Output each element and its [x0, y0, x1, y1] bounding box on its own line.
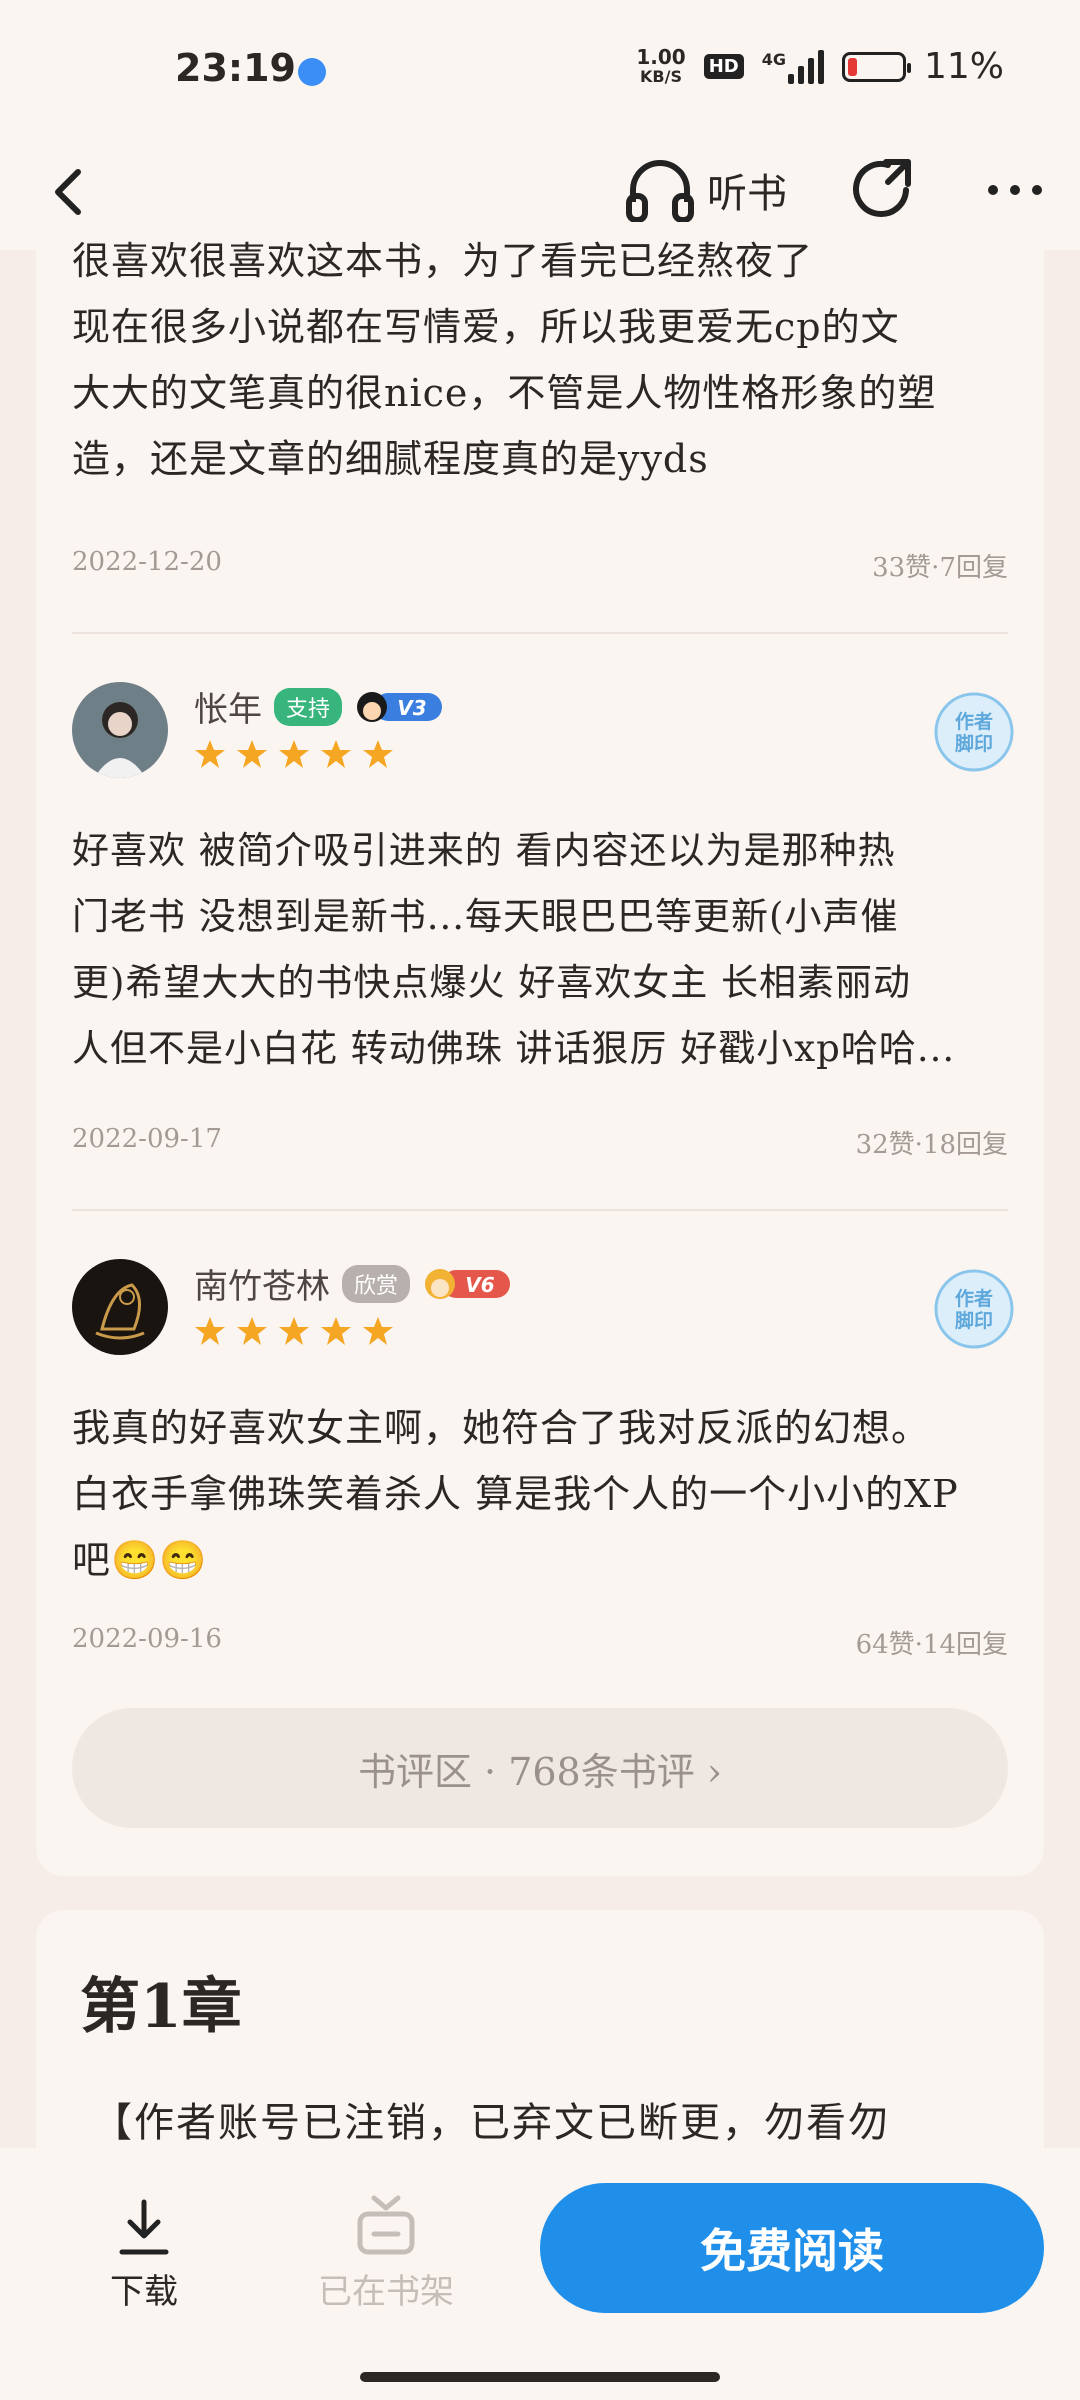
review-meta: 2022-09-17 32赞·18回复 [72, 1124, 1008, 1161]
star-icon [363, 740, 393, 768]
share-icon[interactable] [848, 154, 918, 224]
status-indicators: 1.00 KB/S HD 4G 11% [636, 46, 1004, 87]
chapter-title: 第1章 [80, 1972, 242, 2042]
author-footprint-stamp: 作者 脚印 [934, 1269, 1014, 1349]
user-line: 南竹苍林 欣赏 V6 [194, 1259, 512, 1308]
bookshelf-label: 已在书架 [318, 2272, 454, 2312]
rating-stars [194, 738, 394, 770]
battery-percent: 11% [923, 46, 1004, 87]
star-icon [195, 740, 225, 768]
svg-text:作者: 作者 [955, 1287, 993, 1310]
review-text: 很喜欢很喜欢这本书，为了看完已经熬夜了 现在很多小说都在写情爱，所以我更爱无cp… [72, 239, 937, 481]
vip-level-badge: V6 [425, 1268, 511, 1299]
review-date: 2022-12-20 [72, 547, 222, 577]
star-icon [237, 1317, 267, 1345]
star-icon [279, 740, 309, 768]
author-footprint-stamp: 作者 脚印 [934, 692, 1014, 772]
review-meta: 2022-09-16 64赞·14回复 [72, 1624, 1008, 1661]
avatar[interactable] [72, 1259, 168, 1355]
notification-icon [298, 58, 326, 86]
review-stats[interactable]: 64赞·14回复 [856, 1624, 1008, 1661]
star-icon [321, 740, 351, 768]
svg-text:V3: V3 [397, 696, 426, 720]
review-meta: 2022-12-20 33赞·7回复 [72, 547, 1008, 584]
bookshelf-icon [357, 2195, 415, 2255]
star-icon [195, 1317, 225, 1345]
username[interactable]: 怅年 [194, 682, 262, 731]
review-stats[interactable]: 32赞·18回复 [856, 1124, 1008, 1161]
svg-text:V6: V6 [465, 1273, 494, 1297]
svg-text:作者: 作者 [955, 710, 993, 733]
chapter-preview: 【作者账号已注销，已弃文已断更，勿看勿 [92, 2100, 890, 2146]
star-icon [363, 1317, 393, 1345]
vip-level-badge: V3 [357, 691, 443, 722]
signal-icon: 4G [761, 49, 824, 84]
download-label: 下载 [110, 2272, 178, 2312]
speed-unit: KB/S [640, 66, 682, 86]
bookshelf-button[interactable]: 已在书架 [318, 2192, 454, 2313]
star-icon [279, 1317, 309, 1345]
svg-text:脚印: 脚印 [955, 1310, 993, 1332]
review-text[interactable]: 好喜欢 被简介吸引进来的 看内容还以为是那种热 门老书 没想到是新书...每天眼… [72, 818, 1008, 1082]
user-line: 怅年 支持 V3 [194, 682, 444, 731]
review-text[interactable]: 我真的好喜欢女主啊，她符合了我对反派的幻想。 白衣手拿佛珠笑着杀人 算是我个人的… [72, 1395, 1008, 1593]
star-icon [321, 1317, 351, 1345]
speed-value: 1.00 [636, 44, 686, 69]
bottom-bar: 下载 已在书架 免费阅读 [0, 2148, 1080, 2400]
appreciate-badge: 欣赏 [342, 1264, 411, 1303]
headphones-icon [626, 160, 694, 222]
listen-button[interactable]: 听书 [625, 158, 787, 222]
network-speed: 1.00 KB/S [636, 47, 685, 87]
back-arrow-icon[interactable] [40, 162, 100, 222]
review-stats[interactable]: 33赞·7回复 [872, 547, 1008, 584]
network-type: 4G [761, 49, 786, 69]
reviews-card: 很喜欢很喜欢这本书，为了看完已经熬夜了 现在很多小说都在写情爱，所以我更爱无cp… [36, 239, 1044, 1876]
username[interactable]: 南竹苍林 [194, 1259, 330, 1308]
star-icon [237, 740, 267, 768]
battery-icon [841, 51, 911, 82]
hd-icon: HD [703, 54, 744, 79]
listen-label: 听书 [707, 171, 787, 217]
download-button[interactable]: 下载 [110, 2198, 178, 2313]
avatar[interactable] [72, 682, 168, 778]
free-read-button[interactable]: 免费阅读 [540, 2183, 1044, 2313]
status-bar: 23:19 1.00 KB/S HD 4G 11% [0, 0, 1080, 140]
divider [72, 632, 1008, 634]
status-time: 23:19 [175, 46, 296, 90]
more-options-icon[interactable] [985, 170, 1045, 210]
review-date: 2022-09-17 [72, 1124, 222, 1154]
rating-stars [194, 1315, 394, 1347]
review-section-button[interactable]: 书评区 · 768条书评 › [72, 1708, 1008, 1828]
home-indicator[interactable] [360, 2372, 720, 2382]
support-badge: 支持 [274, 687, 343, 726]
download-icon [119, 2199, 169, 2255]
review-date: 2022-09-16 [72, 1624, 222, 1654]
divider [72, 1209, 1008, 1211]
svg-text:脚印: 脚印 [955, 733, 993, 755]
